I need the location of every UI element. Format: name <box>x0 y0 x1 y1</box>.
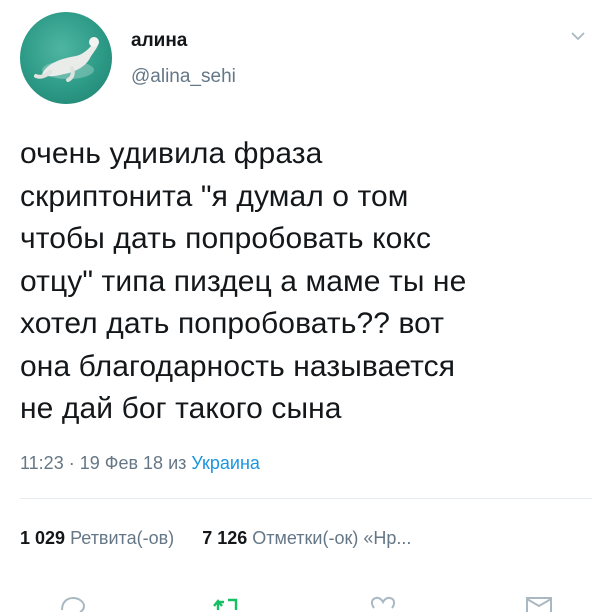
meta-separator: · <box>68 453 75 473</box>
tweet-text-line: чтобы дать попробовать кокс <box>20 222 432 255</box>
avatar[interactable] <box>20 12 112 104</box>
tweet-date[interactable]: 19 Фев 18 <box>80 453 163 473</box>
tweet-time[interactable]: 11:23 <box>20 453 64 473</box>
retweets-label[interactable]: Ретвита(-ов) <box>70 528 174 548</box>
tweet-text-line: она благодарность называется <box>20 349 456 383</box>
envelope-icon[interactable] <box>524 592 554 612</box>
action-bar <box>0 592 612 612</box>
tweet-text-line: отцу" типа пиздец а маме ты не <box>20 264 467 298</box>
reply-icon[interactable] <box>58 592 88 612</box>
tweet-text: очень удивила фраза скриптонита "я думал… <box>20 133 600 431</box>
from-label: из <box>168 453 187 473</box>
display-name[interactable]: алина <box>131 30 187 52</box>
tweet-text-line: хотел дать попробовать?? вот <box>20 307 445 340</box>
polar-bear-image <box>34 37 99 82</box>
tweet-card: алина @alina_sehi очень удивила фраза ск… <box>0 0 612 612</box>
heart-icon[interactable] <box>368 592 398 612</box>
likes-label[interactable]: Отметки(-ок) <box>252 528 358 548</box>
tweet-location-link[interactable]: Украина <box>191 453 260 473</box>
engagement-stats: 1 029 Ретвита(-ов) 7 126 Отметки(-ок) «Н… <box>20 528 411 549</box>
tweet-text-line: очень удивила фраза <box>20 137 323 170</box>
tweet-metadata: 11:23 · 19 Фев 18 из Украина <box>20 453 260 474</box>
tweet-text-line: не дай бог такого сына <box>20 392 342 425</box>
likers-preview[interactable]: «Нр... <box>363 528 411 548</box>
retweets-count[interactable]: 1 029 <box>20 528 65 548</box>
retweet-icon[interactable] <box>212 592 242 612</box>
user-handle[interactable]: @alina_sehi <box>131 66 236 88</box>
divider <box>20 498 592 499</box>
tweet-text-line: скриптонита "я думал о том <box>20 179 409 213</box>
likes-count[interactable]: 7 126 <box>202 528 247 548</box>
chevron-down-icon[interactable] <box>566 26 590 46</box>
